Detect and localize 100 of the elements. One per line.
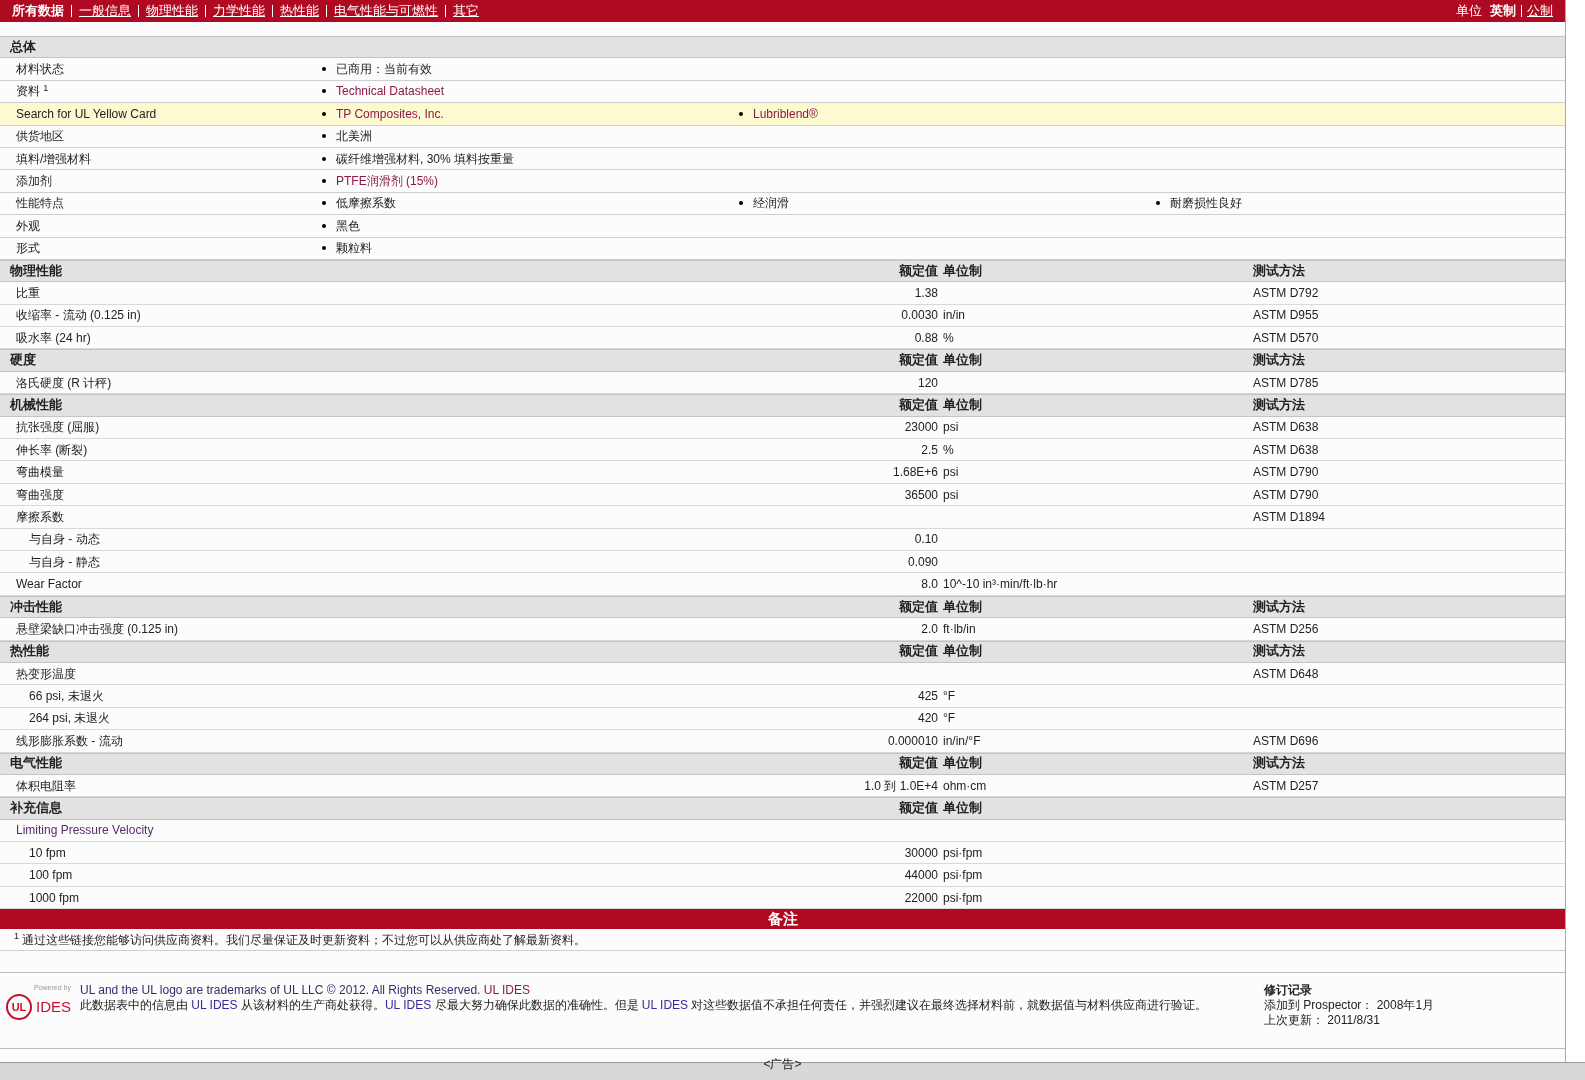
trademark-text: UL and the UL logo are trademarks of UL LLC © 2012. All Rights Reserved. bbox=[80, 983, 482, 998]
notes-header: 备注 bbox=[0, 909, 1565, 930]
value-text: 0.090 bbox=[906, 553, 938, 571]
ides-link[interactable]: UL IDES bbox=[483, 983, 530, 998]
row-label: 比重 bbox=[15, 285, 41, 302]
row-label: 吸水率 (24 hr) bbox=[15, 329, 92, 347]
row-label: 弯曲强度 bbox=[15, 486, 65, 504]
unit-text: psi bbox=[942, 464, 960, 482]
unit-text: in/in bbox=[942, 307, 966, 325]
value-text: 碳纤维增强材料, 30% 填料按重量 bbox=[336, 150, 515, 168]
row-label: 洛氏硬度 (R 计秤) bbox=[15, 374, 113, 392]
nav-tab[interactable]: 其它 bbox=[453, 1, 479, 21]
value-text: 0.0030 bbox=[900, 307, 938, 325]
column-header: 单位制 bbox=[942, 643, 983, 661]
section-title: 机械性能 bbox=[8, 397, 63, 415]
bullet-icon bbox=[322, 246, 326, 251]
row-label: 性能特点 bbox=[15, 195, 65, 213]
value-link[interactable]: Technical Datasheet bbox=[336, 82, 445, 101]
nav-tab[interactable]: 力学性能 bbox=[213, 1, 265, 21]
column-header: 额定值 bbox=[898, 755, 938, 773]
row-label: 264 psi, 未退火 bbox=[28, 710, 112, 728]
value-text: 0.000010 bbox=[886, 732, 938, 750]
value-link[interactable]: Lubriblend® bbox=[753, 104, 818, 123]
value-text: 36500 bbox=[903, 486, 938, 504]
nav-tab[interactable]: 一般信息 bbox=[79, 1, 131, 21]
row-label: 填料/增强材料 bbox=[15, 150, 93, 168]
column-header: 单位制 bbox=[942, 598, 983, 616]
test-method: ASTM D790 bbox=[1252, 464, 1320, 482]
nav-tab[interactable]: 电气性能与可燃性 bbox=[334, 1, 438, 21]
row-label: 热变形温度 bbox=[15, 665, 77, 683]
section-title: 电气性能 bbox=[9, 755, 63, 773]
unit-text: 10^-10 in³·min/ft·lb·hr bbox=[942, 576, 1059, 594]
disclaimer-text: 此数据表中的信息由 UL IDES 从该材料的生产商处获得。UL IDES 尽最大努力确保此数据的准确性。但是 UL IDES 对这些数据值不承担任何责任，并强烈建议在最终选择材料前，就数据值与材料供应商进行验证。 bbox=[80, 998, 1209, 1014]
unit-text: ft·lb/in bbox=[942, 620, 977, 638]
unit-text: % bbox=[942, 441, 955, 459]
test-method: ASTM D638 bbox=[1252, 441, 1320, 459]
row-label: 摩擦系数 bbox=[15, 508, 65, 526]
value-text: 44000 bbox=[903, 867, 938, 885]
nav-tab[interactable]: 热性能 bbox=[280, 1, 319, 21]
column-header: 单位制 bbox=[942, 397, 983, 415]
value-text: 经润滑 bbox=[753, 195, 789, 213]
row-label: 10 fpm bbox=[28, 844, 67, 862]
ad-label: <广告> bbox=[763, 1057, 802, 1072]
bullet-icon bbox=[322, 223, 326, 228]
column-header: 额定值 bbox=[898, 352, 938, 370]
value-text: 颗粒料 bbox=[336, 240, 372, 258]
revision-line: 上次更新： 2011/8/31 bbox=[1264, 1013, 1381, 1029]
value-text: 2.5 bbox=[920, 441, 938, 459]
bullet-icon bbox=[322, 89, 326, 94]
column-header: 额定值 bbox=[898, 643, 938, 661]
value-text: 23000 bbox=[903, 419, 938, 437]
column-header: 测试方法 bbox=[1252, 754, 1306, 773]
value-text: 耐磨损性良好 bbox=[1170, 195, 1242, 213]
row-label: 体积电阻率 bbox=[15, 777, 77, 795]
row-label: 线形膨胀系数 - 流动 bbox=[15, 732, 124, 750]
nav-tab[interactable]: 物理性能 bbox=[146, 1, 198, 21]
test-method: ASTM D785 bbox=[1252, 374, 1320, 392]
section-title: 冲击性能 bbox=[9, 598, 63, 616]
row-label: 1000 fpm bbox=[28, 889, 81, 907]
value-text: 22000 bbox=[903, 889, 938, 907]
row-label: 资料 $^{1}$ bbox=[15, 82, 50, 101]
column-header: 测试方法 bbox=[1252, 642, 1306, 661]
ides-link[interactable]: UL IDES bbox=[641, 998, 689, 1013]
unit-text: % bbox=[942, 329, 955, 347]
row-label: 抗张强度 (屈服) bbox=[15, 419, 101, 437]
ides-link[interactable]: UL IDES bbox=[384, 998, 432, 1013]
row-label[interactable]: Limiting Pressure Velocity bbox=[0, 821, 800, 840]
nav-tab[interactable]: 所有数据 bbox=[12, 1, 64, 21]
row-label: 外观 bbox=[15, 217, 41, 235]
row-label: 供货地区 bbox=[15, 128, 65, 146]
test-method: ASTM D790 bbox=[1252, 486, 1320, 504]
ides-link[interactable]: UL IDES bbox=[191, 998, 238, 1013]
test-method: ASTM D570 bbox=[1252, 329, 1320, 347]
bullet-icon bbox=[739, 111, 743, 116]
value-text: 8.0 bbox=[920, 576, 938, 594]
column-header: 额定值 bbox=[898, 262, 938, 280]
unit-text: psi·fpm bbox=[942, 844, 984, 862]
row-label: Wear Factor bbox=[15, 576, 83, 594]
units-label: 单位 bbox=[1456, 2, 1482, 21]
column-header: 测试方法 bbox=[1252, 351, 1306, 370]
unit-text: ohm·cm bbox=[942, 777, 988, 795]
unit-text: psi bbox=[942, 486, 960, 504]
value-text: 420 bbox=[916, 710, 938, 728]
revision-title: 修订记录 bbox=[1264, 983, 1313, 999]
row-label: 与自身 - 静态 bbox=[28, 553, 101, 571]
column-header: 测试方法 bbox=[1252, 396, 1306, 415]
value-text: 0.88 bbox=[913, 329, 938, 347]
unit-option[interactable]: 公制 bbox=[1527, 1, 1553, 21]
value-link[interactable]: PTFE润滑剂 (15%) bbox=[336, 172, 438, 191]
value-text: 30000 bbox=[903, 844, 938, 862]
unit-option[interactable]: 英制 bbox=[1490, 1, 1516, 21]
column-header: 额定值 bbox=[898, 397, 938, 415]
value-link[interactable]: TP Composites, Inc. bbox=[336, 104, 444, 123]
note-text: $^{1}$ 通过这些链接您能够访问供应商资料。我们尽量保证及时更新资料；不过您可以从供应商处了解最新资料。 bbox=[14, 930, 587, 949]
bullet-icon bbox=[739, 201, 743, 206]
test-method: ASTM D638 bbox=[1252, 419, 1320, 437]
section-title: 硬度 bbox=[9, 351, 37, 370]
column-header: 额定值 bbox=[898, 800, 938, 818]
column-header: 单位制 bbox=[942, 800, 983, 818]
value-text: 黑色 bbox=[336, 217, 360, 235]
